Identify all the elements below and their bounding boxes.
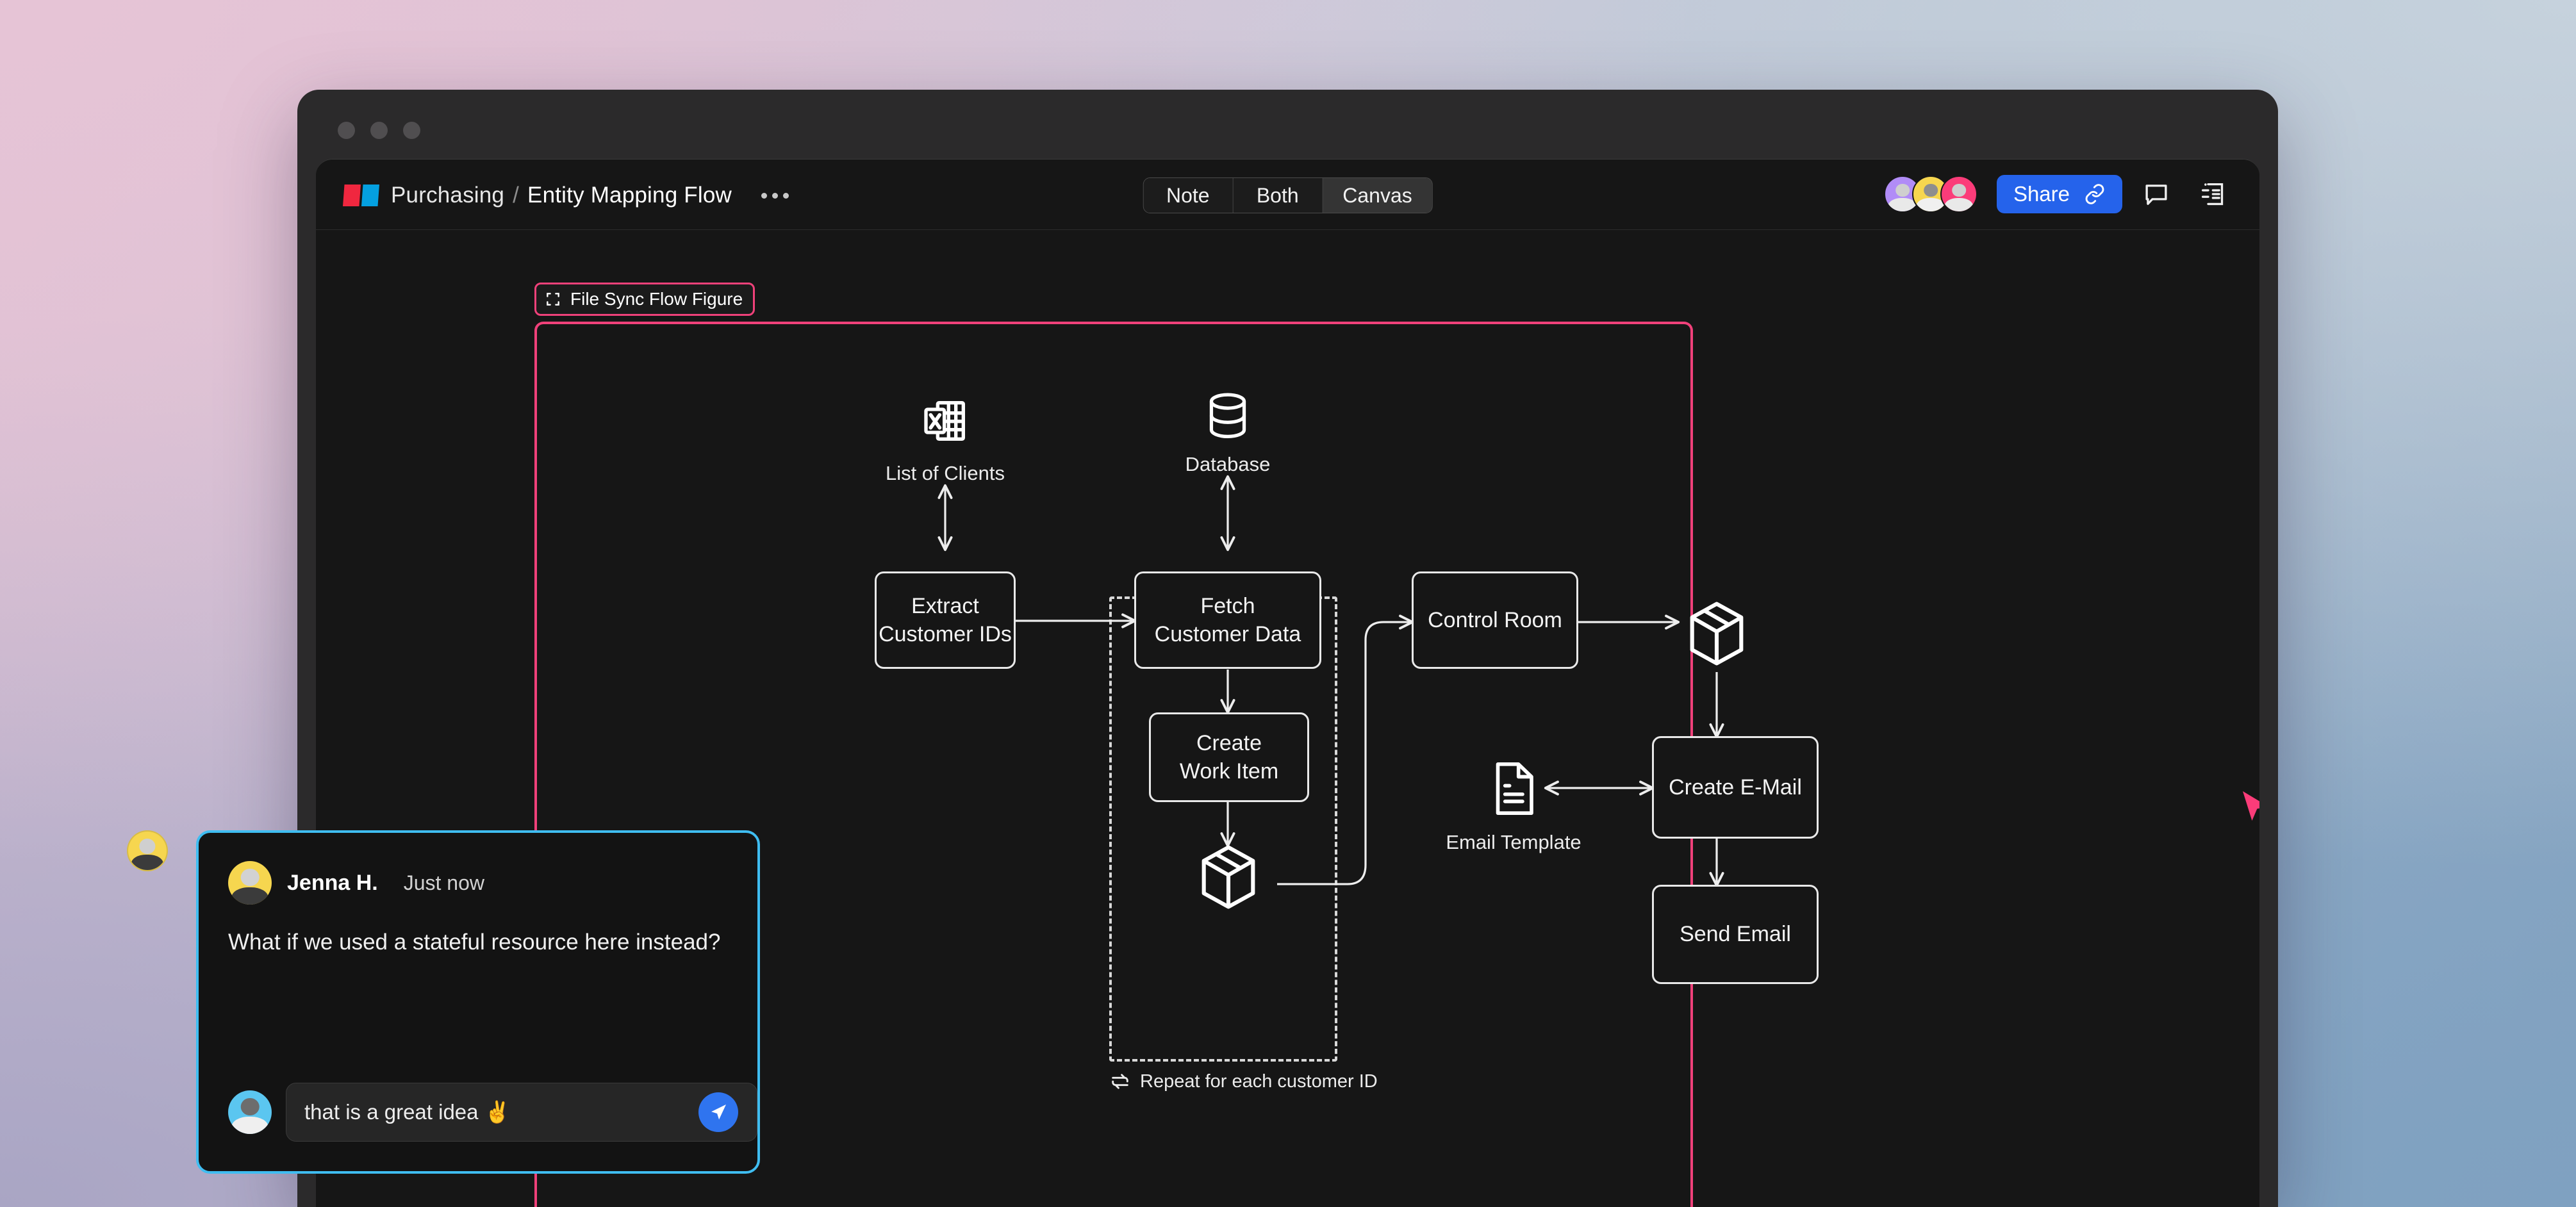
comment-body: What if we used a stateful resource here… [228, 930, 721, 955]
database-icon [1202, 389, 1253, 444]
node-extract-customer-ids[interactable]: Extract Customer IDs [875, 571, 1016, 669]
frame-label-text: File Sync Flow Figure [570, 289, 743, 309]
loop-caption: Repeat for each customer ID [1109, 1071, 1378, 1092]
send-reply-button[interactable] [698, 1092, 738, 1132]
zoom-window-button[interactable] [403, 122, 420, 139]
artifact-label-database: Database [1185, 453, 1271, 475]
breadcrumb-separator: / [513, 183, 520, 208]
node-label: Create E-Mail [1669, 775, 1802, 800]
frame-icon [547, 293, 559, 306]
node-send-email[interactable]: Send Email [1652, 885, 1819, 984]
send-icon [711, 1104, 726, 1120]
avatar[interactable] [1940, 176, 1977, 213]
loop-caption-text: Repeat for each customer ID [1140, 1071, 1378, 1092]
node-fetch-customer-data[interactable]: Fetch Customer Data [1134, 571, 1321, 669]
window-titlebar [297, 90, 2278, 163]
app-header: Purchasing / Entity Mapping Flow Note Bo… [316, 160, 2259, 230]
minimize-window-button[interactable] [370, 122, 388, 139]
tab-note[interactable]: Note [1143, 178, 1234, 213]
close-window-button[interactable] [338, 122, 355, 139]
spreadsheet-icon [918, 394, 972, 448]
comment-reply-row: that is a great idea ✌️ [228, 1083, 757, 1142]
node-label: Fetch Customer Data [1154, 593, 1301, 646]
comment-header: Jenna H. Just now [228, 861, 728, 905]
node-create-email[interactable]: Create E-Mail [1652, 736, 1819, 839]
header-actions: Share [1883, 175, 2235, 213]
repeat-icon [1112, 1074, 1128, 1089]
brand-and-breadcrumb: Purchasing / Entity Mapping Flow [343, 183, 793, 208]
share-button-label: Share [2013, 182, 2070, 206]
link-icon [2085, 184, 2104, 204]
avatar [228, 861, 272, 905]
breadcrumb: Purchasing / Entity Mapping Flow [391, 183, 732, 208]
cube-icon [1683, 598, 1750, 669]
remote-cursor-icon [2243, 791, 2259, 821]
comment-thread-avatar[interactable] [127, 830, 168, 871]
node-label: Extract Customer IDs [879, 593, 1012, 646]
comment-icon[interactable] [2134, 175, 2179, 213]
avatar [228, 1090, 272, 1134]
reply-input[interactable]: that is a great idea ✌️ [286, 1083, 757, 1142]
comment-popup: Jenna H. Just now What if we used a stat… [196, 830, 760, 1174]
node-control-room[interactable]: Control Room [1412, 571, 1578, 669]
collaborator-avatars [1883, 176, 1977, 213]
node-create-work-item[interactable]: Create Work Item [1149, 712, 1309, 802]
frame-label[interactable]: File Sync Flow Figure [534, 283, 755, 316]
details-panel-icon[interactable] [2190, 175, 2235, 213]
document-icon [1490, 759, 1537, 818]
artifact-label-list-of-clients: List of Clients [885, 462, 1005, 484]
comment-author: Jenna H. [287, 870, 378, 895]
traffic-lights [338, 122, 420, 139]
node-label: Control Room [1428, 607, 1562, 632]
share-button[interactable]: Share [1996, 175, 2122, 213]
node-label: Create Work Item [1179, 730, 1279, 784]
comment-timestamp: Just now [403, 871, 484, 894]
brand-logo-icon [343, 185, 379, 206]
breadcrumb-parent[interactable]: Purchasing [391, 183, 504, 208]
artifact-label-email-template: Email Template [1446, 831, 1581, 853]
more-options-icon[interactable] [757, 186, 793, 205]
tab-canvas[interactable]: Canvas [1323, 178, 1432, 213]
breadcrumb-current[interactable]: Entity Mapping Flow [527, 183, 732, 208]
tab-both[interactable]: Both [1233, 178, 1323, 213]
node-label: Send Email [1680, 922, 1791, 947]
cube-icon [1195, 842, 1262, 912]
view-mode-tabs: Note Both Canvas [1143, 177, 1433, 213]
reply-input-value: that is a great idea ✌️ [304, 1099, 511, 1124]
